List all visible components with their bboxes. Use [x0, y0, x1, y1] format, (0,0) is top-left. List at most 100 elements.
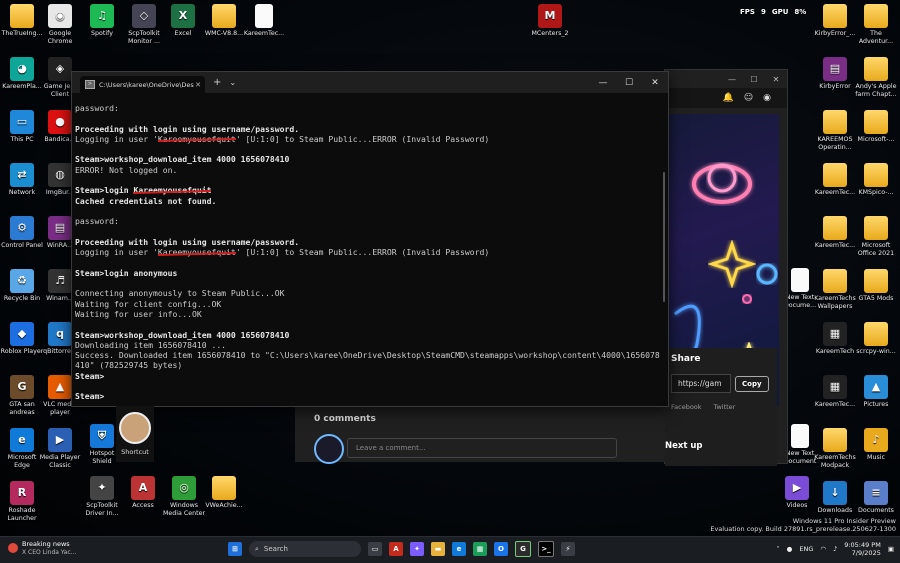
desktop-icon-label: Music — [867, 454, 885, 461]
terminal-text: Logging in user ' — [75, 247, 158, 258]
desktop-icon-right_col1-2[interactable]: KAREEMOS Operatin... — [813, 110, 857, 151]
scptoolkit-taskbar-icon[interactable]: ⚡ — [561, 542, 575, 556]
desktop-icon-right_col1-3[interactable]: KareemTec... — [813, 163, 857, 197]
file-explorer-icon[interactable]: ▬ — [431, 542, 445, 556]
terminal-line: Success. Downloaded item 1656078410 to "… — [75, 350, 660, 361]
clock[interactable]: 9:05:49 PM 7/9/2025 — [844, 541, 881, 557]
terminal-window[interactable]: > C:\Users\karee\OneDrive\Des ✕ + ⌄ — ☐ … — [71, 71, 669, 407]
copy-button[interactable]: Copy — [735, 375, 769, 392]
desktop-icon-right_col1-1[interactable]: ▤ KirbyError — [813, 57, 857, 91]
smiley-icon[interactable]: ☺ — [744, 93, 753, 103]
desktop-icon-right_col1-9[interactable]: ↓ Downloads — [813, 481, 857, 515]
desktop-icon-col1-9[interactable]: R Roshade Launcher — [0, 481, 44, 522]
desktop-icon-right_col2-8[interactable]: ♪ Music — [854, 428, 898, 462]
copilot-icon[interactable]: ✦ — [410, 542, 424, 556]
desktop: FPS 9 GPU 8% TheTrueIng... ◕ KareemPla... ▭… — [0, 0, 900, 563]
desktop-icon-top_row-4[interactable]: KareemTec... — [242, 4, 286, 38]
terminal-taskbar-icon[interactable]: >_ — [538, 541, 554, 557]
terminal-text: ' [U:1:0] to Steam Public...ERROR (Inval… — [235, 133, 490, 144]
desktop-icon-right_col1-6[interactable]: ▦ KareemTech — [813, 322, 857, 356]
desktop-icon-right_col2-0[interactable]: The Adventur... — [854, 4, 898, 45]
wifi-icon[interactable]: ◠ — [820, 545, 826, 553]
search-box[interactable]: ⌕ Search — [249, 541, 361, 557]
new-tab-icon[interactable]: + — [213, 77, 221, 88]
desktop-icon-label: VWeAchie... — [205, 502, 243, 509]
documents-icon: ≡ — [864, 481, 888, 505]
desktop-icon-right_col2-1[interactable]: Andy's Apple farm Chapt... — [854, 57, 898, 98]
desktop-icon-label: MCenters_2 — [531, 30, 569, 37]
desktop-icon-label: Andy's Apple farm Chapt... — [855, 83, 897, 98]
desktop-icon-label: Access — [132, 502, 154, 509]
profile-icon[interactable]: ◉ — [763, 93, 771, 103]
desktop-icon-bottom_row-4[interactable]: VWeAchie... — [202, 476, 246, 510]
spotify-icon: ♫ — [90, 4, 114, 28]
chevron-down-icon[interactable]: ⌄ — [229, 78, 236, 87]
terminal-line: Steam>workshop_download_item 4000 165607… — [75, 154, 290, 165]
gx-icon[interactable]: G — [515, 541, 531, 557]
desktop-icon-bottom_row-2[interactable]: A Access — [121, 476, 165, 510]
terminal-tab[interactable]: > C:\Users\karee\OneDrive\Des ✕ — [80, 76, 205, 93]
folder-icon — [823, 216, 847, 240]
desktop-icon-right_col2-5[interactable]: GTA5 Mods — [854, 269, 898, 303]
desktop-icon-right_col1-7[interactable]: ▦ KareemTec... — [813, 375, 857, 409]
store-icon[interactable]: ▦ — [473, 542, 487, 556]
news-widget[interactable]: Breaking news X CEO Linda Yac... — [8, 540, 76, 556]
desktop-icon-right_col2-2[interactable]: Microsoft-... — [854, 110, 898, 144]
desktop-icon-top_row-5[interactable]: M MCenters_2 — [528, 4, 572, 38]
minimize-icon[interactable]: — — [721, 75, 743, 84]
minimize-icon[interactable]: — — [590, 78, 616, 88]
archive-icon: ▤ — [48, 216, 72, 240]
task-view-icon[interactable]: ▭ — [368, 542, 382, 556]
desktop-icon-label: KareemTech — [815, 348, 855, 355]
tab-close-icon[interactable]: ✕ — [195, 81, 201, 89]
close-icon[interactable]: ✕ — [765, 75, 787, 84]
desktop-icon-label: KareemTec... — [814, 189, 856, 196]
desktop-icon-right_col2-4[interactable]: Microsoft Office 2021 — [854, 216, 898, 257]
language-indicator[interactable]: ENG — [799, 545, 813, 553]
folder-icon — [823, 163, 847, 187]
maximize-icon[interactable]: ☐ — [616, 78, 642, 88]
bell-icon[interactable]: 🔔 — [723, 93, 734, 103]
desktop-icon-right_col2-9[interactable]: ≡ Documents — [854, 481, 898, 515]
desktop-icon-right_col2-6[interactable]: scrcpy-win... — [854, 322, 898, 356]
terminal-output[interactable]: password: Proceeding with login using use… — [72, 93, 668, 402]
small-circle — [742, 294, 752, 304]
volume-icon[interactable]: ♪ — [833, 545, 837, 553]
notification-icon[interactable]: ▣ — [888, 545, 894, 553]
desktop-icon-label: The Adventur... — [858, 30, 894, 45]
maximize-icon[interactable]: ☐ — [743, 75, 765, 84]
desktop-icon-col2-8[interactable]: ▶ Media Player Classic — [38, 428, 82, 469]
toolkit-icon: ◇ — [132, 4, 156, 28]
desktop-icon-right_col1-0[interactable]: KirbyError_... — [813, 4, 857, 38]
desktop-icon-top_row-1[interactable]: ◇ ScpToolkit Monitor ... — [122, 4, 166, 45]
desktop-icon-top_row-0[interactable]: ♫ Spotify — [80, 4, 124, 38]
twitter-link[interactable]: Twitter — [714, 403, 736, 411]
desktop-icon-right_col1-4[interactable]: KareemTec... — [813, 216, 857, 250]
desktop-icon-label: KareemTec... — [814, 401, 856, 408]
desktop-icon-bottom_row-1[interactable]: ✦ ScpToolkit Driver In... — [80, 476, 124, 517]
tray-app-icon[interactable]: ● — [787, 545, 793, 553]
close-icon[interactable]: ✕ — [642, 78, 668, 88]
desktop-icon-top_row-3[interactable]: WMC-V8.8... — [202, 4, 246, 38]
desktop-icon-bottom_row-3[interactable]: ◎ Windows Media Center — [162, 476, 206, 517]
facebook-link[interactable]: Facebook — [671, 403, 702, 411]
comment-input[interactable]: Leave a comment... — [347, 438, 617, 458]
desktop-icon-right_col2-7[interactable]: ▲ Pictures — [854, 375, 898, 409]
start-icon[interactable]: ⊞ — [228, 542, 242, 556]
terminal-scrollbar[interactable] — [663, 172, 665, 302]
browser-window[interactable]: — ☐ ✕ 🔔 ☺ ◉ Share https://gam Copy Faceb… — [664, 69, 788, 466]
gta-icon: G — [10, 375, 34, 399]
terminal-tab-title: C:\Users\karee\OneDrive\Des — [99, 80, 194, 89]
desktop-icon-partial-2[interactable]: ▶ Videos — [775, 476, 819, 510]
desktop-icon-top_row-2[interactable]: X Excel — [161, 4, 205, 38]
shortcut-tile[interactable]: Shortcut — [116, 406, 154, 462]
share-url-field[interactable]: https://gam — [671, 374, 731, 393]
desktop-icon-right_col2-3[interactable]: KMSpico-... — [854, 163, 898, 197]
outlook-icon[interactable]: O — [494, 542, 508, 556]
windows-watermark: Windows 11 Pro Insider Preview Evaluatio… — [710, 517, 896, 533]
edge-taskbar-icon[interactable]: e — [452, 542, 466, 556]
access-taskbar-icon[interactable]: A — [389, 542, 403, 556]
chevron-up-icon[interactable]: ˄ — [776, 545, 779, 553]
desktop-icon-col2-0[interactable]: ◉ Google Chrome — [38, 4, 82, 45]
